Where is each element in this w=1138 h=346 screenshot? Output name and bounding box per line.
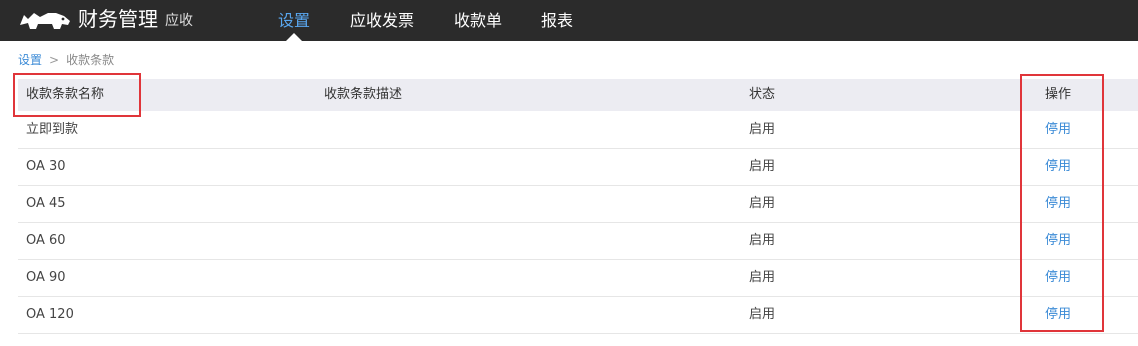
table-row: OA 60 启用 停用 (18, 222, 1138, 260)
rhino-logo-icon (20, 13, 70, 29)
highlight-box-name-header (13, 73, 141, 117)
highlight-box-action-column (1020, 74, 1104, 332)
table-row: 立即到款 启用 停用 (18, 111, 1138, 149)
row-name: OA 60 (26, 233, 66, 248)
row-status: 启用 (749, 196, 776, 211)
row-status: 启用 (749, 270, 776, 285)
row-name: OA 90 (26, 270, 66, 285)
row-name: OA 45 (26, 196, 66, 211)
row-status: 启用 (749, 159, 776, 174)
row-name: OA 30 (26, 159, 66, 174)
table-header: 收款条款名称 收款条款描述 状态 操作 (18, 79, 1138, 111)
app-title: 财务管理 (78, 7, 158, 31)
table-row: OA 30 启用 停用 (18, 148, 1138, 186)
table-row: OA 90 启用 停用 (18, 259, 1138, 297)
nav-tab-receipt[interactable]: 收款单 (454, 0, 502, 41)
app-module: 应收 (165, 13, 193, 29)
nav-tab-reports[interactable]: 报表 (541, 0, 573, 41)
table-row: OA 120 启用 停用 (18, 296, 1138, 334)
table-row: OA 45 启用 停用 (18, 185, 1138, 223)
nav-tab-receivable-invoice[interactable]: 应收发票 (350, 0, 414, 41)
row-status: 启用 (749, 122, 776, 137)
breadcrumb: 设置 > 收款条款 (18, 52, 114, 68)
column-header-description: 收款条款描述 (324, 87, 403, 102)
breadcrumb-current: 收款条款 (66, 53, 115, 67)
top-navigation-bar: 财务管理 应收 设置 应收发票 收款单 报表 (0, 0, 1138, 41)
row-status: 启用 (749, 307, 776, 322)
row-name: OA 120 (26, 307, 74, 322)
breadcrumb-root-link[interactable]: 设置 (18, 53, 42, 67)
active-tab-caret-icon (286, 33, 302, 41)
column-header-status: 状态 (749, 87, 776, 102)
breadcrumb-separator: > (49, 53, 60, 67)
row-status: 启用 (749, 233, 776, 248)
